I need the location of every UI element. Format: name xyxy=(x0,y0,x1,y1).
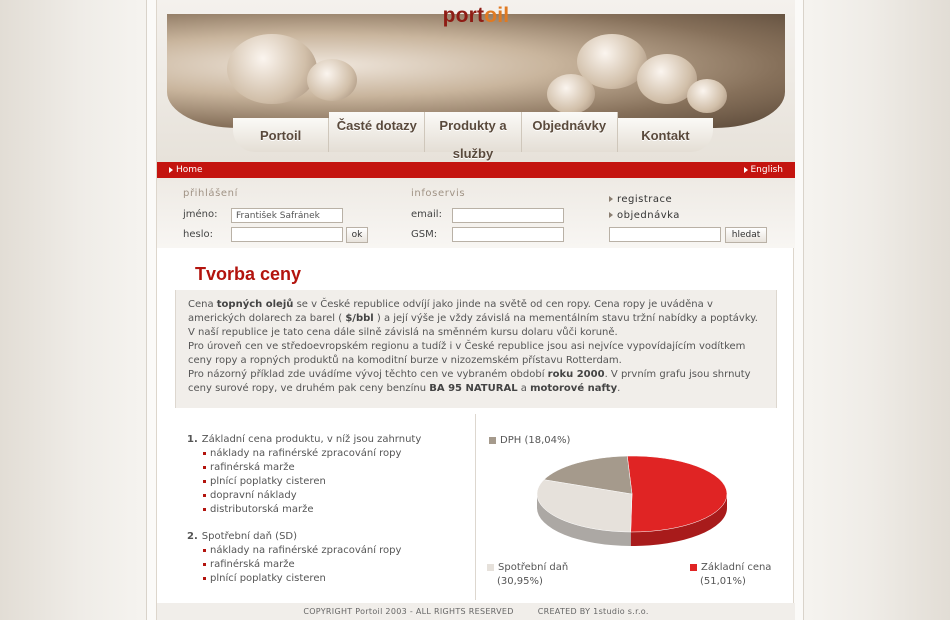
password-label: heslo: xyxy=(183,229,213,240)
legend-swatch xyxy=(487,563,494,571)
list-heading: 2. Spotřební daň (SD) xyxy=(187,531,298,542)
nav-contact[interactable]: Kontakt xyxy=(617,118,714,152)
name-label: jméno: xyxy=(183,209,218,220)
home-label: Home xyxy=(176,165,203,175)
english-link[interactable]: English xyxy=(743,165,784,175)
arrow-right-icon xyxy=(169,166,173,173)
infoservis-title: infoservis xyxy=(411,188,466,199)
legend-swatch xyxy=(489,436,496,444)
price-components-list: 1. Základní cena produktu, v níž jsou zah… xyxy=(187,434,477,586)
arrow-right-icon xyxy=(743,166,748,173)
email-label: email: xyxy=(411,209,442,220)
legend-swatch xyxy=(690,563,697,571)
arrow-right-icon xyxy=(609,196,613,202)
legend-value: (51,01%) xyxy=(700,576,746,587)
email-input[interactable] xyxy=(452,208,564,223)
password-input[interactable] xyxy=(231,227,343,242)
page-frame: portoil Portoil Časté dotazy Produkty a … xyxy=(146,0,804,620)
list-item: plnící poplatky cisteren xyxy=(187,475,477,489)
pie-chart xyxy=(536,455,728,546)
legend-value: (30,95%) xyxy=(497,576,543,587)
legend-spotrebni: Spotřební daň (30,95%) xyxy=(487,561,568,589)
forms-area: přihlášení jméno: heslo: ok infoservis e… xyxy=(157,178,795,248)
list-heading: 1. Základní cena produktu, v níž jsou zah… xyxy=(187,434,422,445)
register-label: registrace xyxy=(617,194,673,205)
name-input[interactable] xyxy=(231,208,343,223)
content-frame: portoil Portoil Časté dotazy Produkty a … xyxy=(156,0,795,620)
legend-zakladni: Základní cena (51,01%) xyxy=(690,561,771,589)
list-item: plnící poplatky cisteren xyxy=(187,572,477,586)
list-items: náklady na rafinérské zpracování ropy raf… xyxy=(187,447,477,517)
list-items: náklady na rafinérské zpracování ropy raf… xyxy=(187,544,477,586)
nav-portoil[interactable]: Portoil xyxy=(233,118,330,152)
page-title: Tvorba ceny xyxy=(195,264,302,284)
top-bar: Home English xyxy=(157,162,795,178)
gsm-label: GSM: xyxy=(411,229,438,240)
created-by[interactable]: CREATED BY 1studio s.r.o. xyxy=(538,607,649,616)
home-link[interactable]: Home xyxy=(169,165,203,175)
header: portoil Portoil Časté dotazy Produkty a … xyxy=(157,0,795,162)
login-title: přihlášení xyxy=(183,188,238,199)
list-item: rafinérská marže xyxy=(187,558,477,572)
register-link[interactable]: registrace xyxy=(609,194,672,205)
nav-orders[interactable]: Objednávky xyxy=(521,112,618,152)
order-link[interactable]: objednávka xyxy=(609,210,680,221)
nav-products[interactable]: Produkty a služby xyxy=(425,112,522,161)
list-item: náklady na rafinérské zpracování ropy xyxy=(187,544,477,558)
legend-dph: DPH (18,04%) xyxy=(489,434,570,448)
list-item: náklady na rafinérské zpracování ropy xyxy=(187,447,477,461)
list-item: rafinérská marže xyxy=(187,461,477,475)
copyright: COPYRIGHT Portoil 2003 - ALL RIGHTS RESE… xyxy=(303,607,514,616)
divider xyxy=(475,414,476,600)
footer: COPYRIGHT Portoil 2003 - ALL RIGHTS RESE… xyxy=(157,603,795,620)
legend-label: DPH xyxy=(500,435,522,446)
intro-text: Cena topných olejů se v České republice … xyxy=(175,290,777,408)
list-item: dopravní náklady xyxy=(187,489,477,503)
legend-label: Základní cena xyxy=(701,562,772,573)
arrow-right-icon xyxy=(609,212,613,218)
logo[interactable]: portoil xyxy=(157,4,795,28)
legend-value: (18,04%) xyxy=(524,435,571,446)
search-input[interactable] xyxy=(609,227,721,242)
english-label: English xyxy=(750,165,784,175)
order-label: objednávka xyxy=(617,210,680,221)
header-photo xyxy=(167,14,785,128)
list-item: distributorská marže xyxy=(187,503,477,517)
legend-label: Spotřební daň xyxy=(498,562,569,573)
main-nav: Portoil Časté dotazy Produkty a služby O… xyxy=(233,112,714,161)
nav-faq[interactable]: Časté dotazy xyxy=(329,112,426,152)
gsm-input[interactable] xyxy=(452,227,564,242)
search-button[interactable]: hledat xyxy=(725,227,767,243)
ok-button[interactable]: ok xyxy=(346,227,368,243)
